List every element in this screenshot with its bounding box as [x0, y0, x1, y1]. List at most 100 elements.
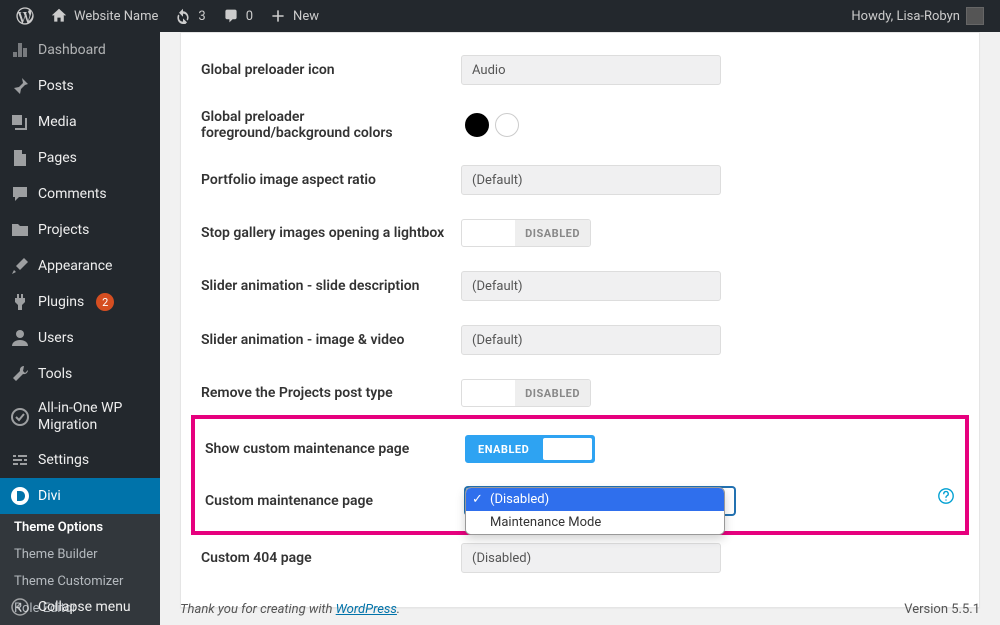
my-account[interactable]: Howdy, Lisa-Robyn	[843, 0, 992, 32]
pin-icon	[10, 76, 30, 96]
sidebar-item-dashboard[interactable]: Dashboard	[0, 32, 160, 68]
select-preloader-icon[interactable]: Audio	[461, 55, 721, 85]
refresh-icon	[174, 7, 192, 25]
sidebar-label: Pages	[38, 150, 77, 166]
row-show-maintenance: Show custom maintenance page ENABLED	[205, 423, 955, 475]
sidebar-item-pages[interactable]: Pages	[0, 140, 160, 176]
wordpress-icon	[16, 7, 34, 25]
row-slider-desc: Slider animation - slide description (De…	[201, 259, 959, 313]
row-custom-maintenance: Custom maintenance page (Disabled) Maint…	[205, 475, 955, 527]
sidebar-item-users[interactable]: Users	[0, 320, 160, 356]
site-name-text: Website Name	[74, 9, 158, 24]
footer-thank-you: Thank you for creating with WordPress.	[180, 602, 400, 617]
sidebar-label: Tools	[38, 366, 72, 382]
site-name-link[interactable]: Website Name	[42, 0, 166, 32]
select-custom-404[interactable]: (Disabled)	[461, 543, 721, 573]
page-icon	[10, 148, 30, 168]
admin-bar: Website Name 3 0 New Howdy, Lisa-Robyn	[0, 0, 1000, 32]
select-slider-media[interactable]: (Default)	[461, 325, 721, 355]
admin-sidebar: Dashboard Posts Media Pages Comments Pro…	[0, 32, 160, 625]
label-remove-projects: Remove the Projects post type	[201, 385, 461, 401]
label-portfolio-ratio: Portfolio image aspect ratio	[201, 172, 461, 188]
footer-version: Version 5.5.1	[904, 602, 980, 617]
label-slider-desc: Slider animation - slide description	[201, 278, 461, 294]
color-foreground[interactable]	[465, 113, 489, 137]
toggle-remove-projects[interactable]: DISABLED	[461, 379, 591, 407]
brush-icon	[10, 256, 30, 276]
dropdown-option-disabled[interactable]: (Disabled)	[466, 488, 724, 511]
sidebar-item-media[interactable]: Media	[0, 104, 160, 140]
media-icon	[10, 112, 30, 132]
comments-link[interactable]: 0	[214, 0, 261, 32]
sidebar-item-divi[interactable]: Divi	[0, 478, 160, 514]
sidebar-item-migration[interactable]: All-in-One WP Migration	[0, 392, 160, 442]
migration-icon	[10, 407, 30, 427]
sidebar-item-appearance[interactable]: Appearance	[0, 248, 160, 284]
label-preloader-colors: Global preloader foreground/background c…	[201, 109, 461, 141]
plugins-badge: 2	[96, 293, 114, 311]
dropdown-option-maintenance-mode[interactable]: Maintenance Mode	[466, 511, 724, 534]
home-icon	[50, 7, 68, 25]
sliders-icon	[10, 450, 30, 470]
submenu-theme-builder[interactable]: Theme Builder	[0, 541, 160, 568]
sidebar-item-tools[interactable]: Tools	[0, 356, 160, 392]
label-custom-404: Custom 404 page	[201, 550, 461, 566]
dropdown-list: (Disabled) Maintenance Mode	[465, 487, 725, 535]
projects-icon	[10, 220, 30, 240]
sidebar-label: Users	[38, 330, 74, 346]
new-content-link[interactable]: New	[261, 0, 327, 32]
sidebar-label: Appearance	[38, 258, 112, 274]
sidebar-label: Plugins	[38, 294, 84, 310]
row-portfolio-ratio: Portfolio image aspect ratio (Default)	[201, 153, 959, 207]
howdy-text: Howdy, Lisa-Robyn	[851, 9, 960, 24]
content-area: Global preloader icon Audio Global prelo…	[160, 32, 1000, 625]
comment-icon	[10, 184, 30, 204]
updates-link[interactable]: 3	[166, 0, 213, 32]
label-stop-lightbox: Stop gallery images opening a lightbox	[201, 225, 461, 241]
sidebar-label: Dashboard	[38, 42, 106, 58]
label-preloader-icon: Global preloader icon	[201, 62, 461, 78]
plus-icon	[269, 7, 287, 25]
submenu-theme-options[interactable]: Theme Options	[0, 514, 160, 541]
sidebar-item-posts[interactable]: Posts	[0, 68, 160, 104]
wordpress-link[interactable]: WordPress	[336, 602, 397, 617]
row-stop-lightbox: Stop gallery images opening a lightbox D…	[201, 207, 959, 259]
toggle-stop-lightbox[interactable]: DISABLED	[461, 219, 591, 247]
sidebar-label: Media	[38, 114, 77, 130]
collapse-label: Collapse menu	[38, 599, 131, 615]
settings-panel: Global preloader icon Audio Global prelo…	[180, 32, 980, 608]
label-slider-media: Slider animation - image & video	[201, 332, 461, 348]
row-preloader-icon: Global preloader icon Audio	[201, 43, 959, 97]
row-remove-projects: Remove the Projects post type DISABLED	[201, 367, 959, 419]
sidebar-label: Posts	[38, 78, 74, 94]
sidebar-label: All-in-One WP Migration	[38, 400, 150, 434]
label-show-maintenance: Show custom maintenance page	[205, 441, 465, 457]
collapse-menu[interactable]: Collapse menu	[0, 589, 160, 625]
sidebar-item-comments[interactable]: Comments	[0, 176, 160, 212]
row-custom-404: Custom 404 page (Disabled)	[201, 531, 959, 585]
help-icon[interactable]	[937, 487, 955, 505]
dashboard-icon	[10, 40, 30, 60]
row-slider-media: Slider animation - image & video (Defaul…	[201, 313, 959, 367]
select-slider-desc[interactable]: (Default)	[461, 271, 721, 301]
label-custom-maintenance: Custom maintenance page	[205, 487, 465, 509]
collapse-icon	[10, 597, 30, 617]
comments-count: 0	[246, 9, 253, 24]
comment-icon	[222, 7, 240, 25]
sidebar-label: Divi	[38, 488, 61, 504]
select-portfolio-ratio[interactable]: (Default)	[461, 165, 721, 195]
sidebar-item-plugins[interactable]: Plugins 2	[0, 284, 160, 320]
updates-count: 3	[198, 9, 205, 24]
wp-logo[interactable]	[8, 0, 42, 32]
toggle-show-maintenance[interactable]: ENABLED	[465, 435, 595, 463]
highlight-box: Show custom maintenance page ENABLED Cus…	[191, 415, 969, 535]
sidebar-item-projects[interactable]: Projects	[0, 212, 160, 248]
user-avatar	[966, 7, 984, 25]
sidebar-label: Settings	[38, 452, 89, 468]
plugin-icon	[10, 292, 30, 312]
sidebar-label: Comments	[38, 186, 107, 202]
new-label: New	[293, 9, 319, 24]
color-background[interactable]	[495, 113, 519, 137]
sidebar-label: Projects	[38, 222, 89, 238]
sidebar-item-settings[interactable]: Settings	[0, 442, 160, 478]
